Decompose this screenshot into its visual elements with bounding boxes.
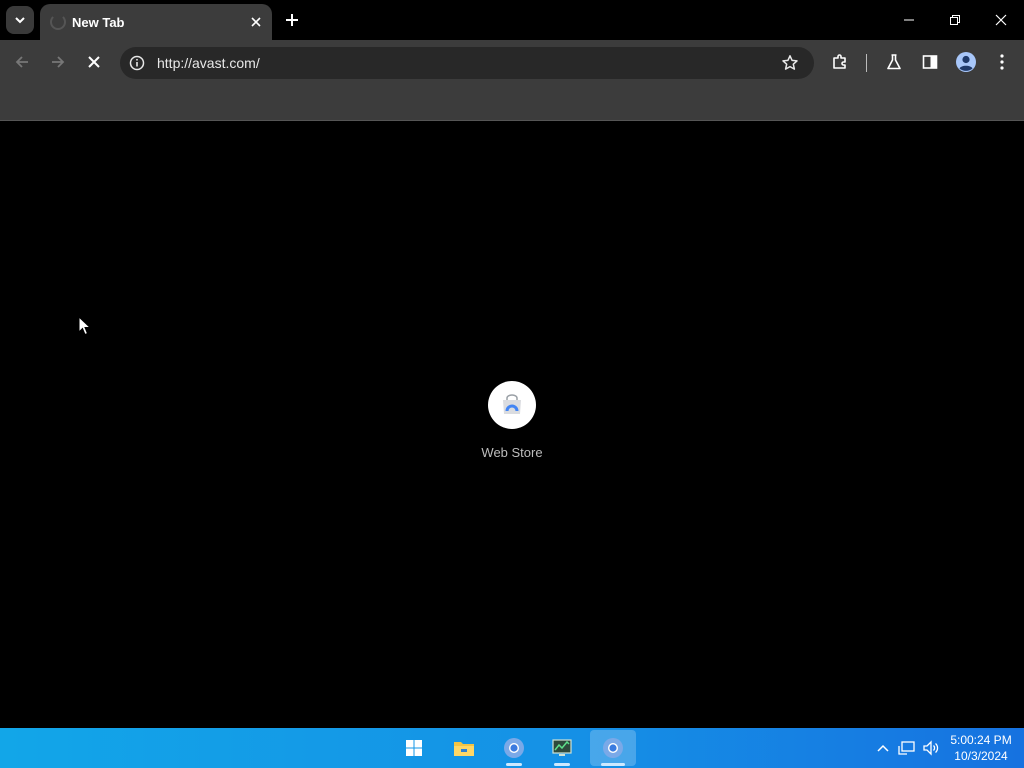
shortcut-label: Web Store [481,445,543,460]
close-window-button[interactable] [978,0,1024,40]
volume-tray-button[interactable] [920,738,942,758]
tab-close-button[interactable] [244,10,268,34]
minimize-icon [904,19,914,21]
close-icon [251,17,261,27]
speaker-icon [923,740,939,756]
active-indicator [601,763,625,766]
mouse-cursor-icon [78,316,92,336]
chrome-icon [603,738,623,758]
close-icon [88,56,100,68]
task-manager-button[interactable] [542,730,582,766]
file-explorer-button[interactable] [444,730,484,766]
star-icon [782,55,798,70]
chevron-down-icon [15,17,25,24]
taskbar: 5:00:24 PM 10/3/2024 [0,728,1024,768]
back-button[interactable] [8,48,36,76]
arrow-left-icon [15,56,28,68]
address-bar[interactable]: http://avast.com/ [120,47,814,79]
windows-logo-icon [406,740,422,756]
plus-icon [286,14,298,26]
arrow-right-icon [52,56,65,68]
clock-time: 5:00:24 PM [950,733,1012,747]
chrome-icon [504,738,524,758]
show-hidden-icons-button[interactable] [872,738,894,758]
avatar-icon [956,52,976,72]
shortcut-tile[interactable] [488,381,536,429]
start-button[interactable] [394,730,434,766]
restore-icon [950,15,960,25]
clock-date: 10/3/2024 [954,749,1008,763]
active-tab[interactable]: New Tab [40,4,272,40]
extensions-button[interactable] [826,48,854,76]
bookmarks-bar [0,84,1024,120]
close-icon [995,14,1007,26]
toolbar: http://avast.com/ [0,40,1024,84]
running-indicator [506,763,522,766]
menu-button[interactable] [988,48,1016,76]
minimize-button[interactable] [886,0,932,40]
folder-icon [454,742,474,756]
more-vertical-icon [1000,54,1004,70]
toolbar-divider [866,54,867,72]
site-info-icon[interactable] [128,54,146,72]
running-indicator [554,763,570,766]
system-clock[interactable]: 5:00:24 PM 10/3/2024 [946,732,1016,764]
address-bar-url[interactable]: http://avast.com/ [157,55,778,71]
forward-button[interactable] [44,48,72,76]
browser-window: New Tab http://avast.com/ Web Store [0,0,1024,728]
tab-strip: New Tab [0,0,1024,40]
stop-loading-button[interactable] [80,48,108,76]
network-tray-button[interactable] [896,738,918,758]
network-icon [898,741,915,755]
puzzle-icon [833,54,846,69]
profile-button[interactable] [952,48,980,76]
shortcut-web-store[interactable]: Web Store [472,381,552,465]
chrome-taskbar-button[interactable] [494,730,534,766]
side-panel-icon [922,55,938,69]
flask-icon [887,54,901,70]
chrome-active-taskbar-button[interactable] [590,730,636,766]
tab-title: New Tab [72,14,125,30]
monitor-app-icon [552,739,572,756]
labs-button[interactable] [880,48,908,76]
new-tab-button[interactable] [280,8,304,32]
web-store-icon [503,394,521,414]
chevron-up-icon [877,744,889,752]
tab-search-button[interactable] [6,6,34,34]
restore-button[interactable] [932,0,978,40]
new-tab-page: Web Store [0,121,1024,728]
side-panel-button[interactable] [916,48,944,76]
bookmark-star-button[interactable] [778,51,802,75]
loading-spinner-icon [50,14,66,30]
